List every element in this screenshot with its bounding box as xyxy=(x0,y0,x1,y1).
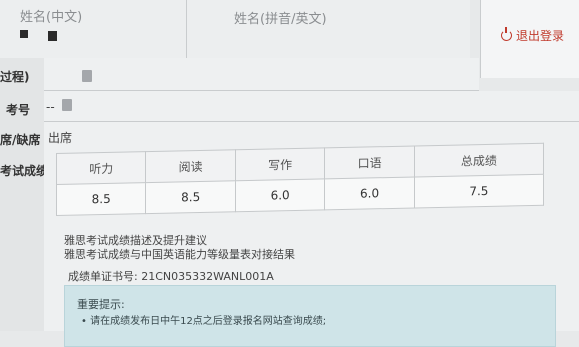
certificate-number: 成绩单证书号: 21CN035332WANL001A xyxy=(68,270,274,283)
writing-header: 写作 xyxy=(235,147,325,181)
name-header: 姓名(中文) 姓名(拼音/英文) xyxy=(0,0,470,59)
attendance-value: 出席 xyxy=(48,131,73,145)
redacted-value xyxy=(82,70,92,82)
redacted-name-block xyxy=(20,30,28,38)
overall-header: 总成绩 xyxy=(414,143,544,177)
redacted-name-block xyxy=(48,31,57,41)
candidate-number-row: -- xyxy=(44,91,579,122)
logout-label: 退出登录 xyxy=(516,29,565,43)
important-notice: 重要提示: • 请在成绩发布日中午12点之后登录报名网站查询成绩; xyxy=(64,285,556,347)
power-icon xyxy=(501,27,512,41)
name-chinese-label: 姓名(中文) xyxy=(20,10,83,25)
process-label: 过程) xyxy=(0,70,30,84)
notice-title: 重要提示: xyxy=(77,298,125,311)
writing-score: 6.0 xyxy=(235,178,325,212)
attendance-label: 席/缺席 xyxy=(0,133,41,147)
reading-header: 阅读 xyxy=(145,149,236,183)
process-row xyxy=(44,58,479,91)
candidate-number-label: 考号 xyxy=(6,103,31,117)
listening-header: 听力 xyxy=(56,151,146,185)
logout-button[interactable]: 退出登录 xyxy=(501,27,564,44)
overall-score: 7.5 xyxy=(414,174,544,208)
reading-score: 8.5 xyxy=(145,180,236,214)
scores-table: 听力 阅读 写作 口语 总成绩 8.5 8.5 6.0 6.0 7.5 xyxy=(56,143,544,216)
speaking-header: 口语 xyxy=(324,145,415,179)
logout-panel: 退出登录 xyxy=(480,0,579,78)
listening-score: 8.5 xyxy=(56,182,146,216)
candidate-number-value: -- xyxy=(46,100,55,114)
cefr-alignment-link[interactable]: 雅思考试成绩与中国英语能力等级量表对接结果 xyxy=(64,246,295,262)
speaking-score: 6.0 xyxy=(324,176,415,210)
header-divider xyxy=(186,0,187,58)
results-label: 考试成绩 xyxy=(0,164,49,178)
field-label-column xyxy=(0,58,45,331)
redacted-value xyxy=(62,99,72,111)
name-pinyin-label: 姓名(拼音/英文) xyxy=(234,12,327,27)
score-report-page: 姓名(中文) 姓名(拼音/英文) 退出登录 过程) 考号 席/缺席 考试成绩 -… xyxy=(0,0,579,347)
notice-item: • 请在成绩发布日中午12点之后登录报名网站查询成绩; xyxy=(81,316,327,327)
